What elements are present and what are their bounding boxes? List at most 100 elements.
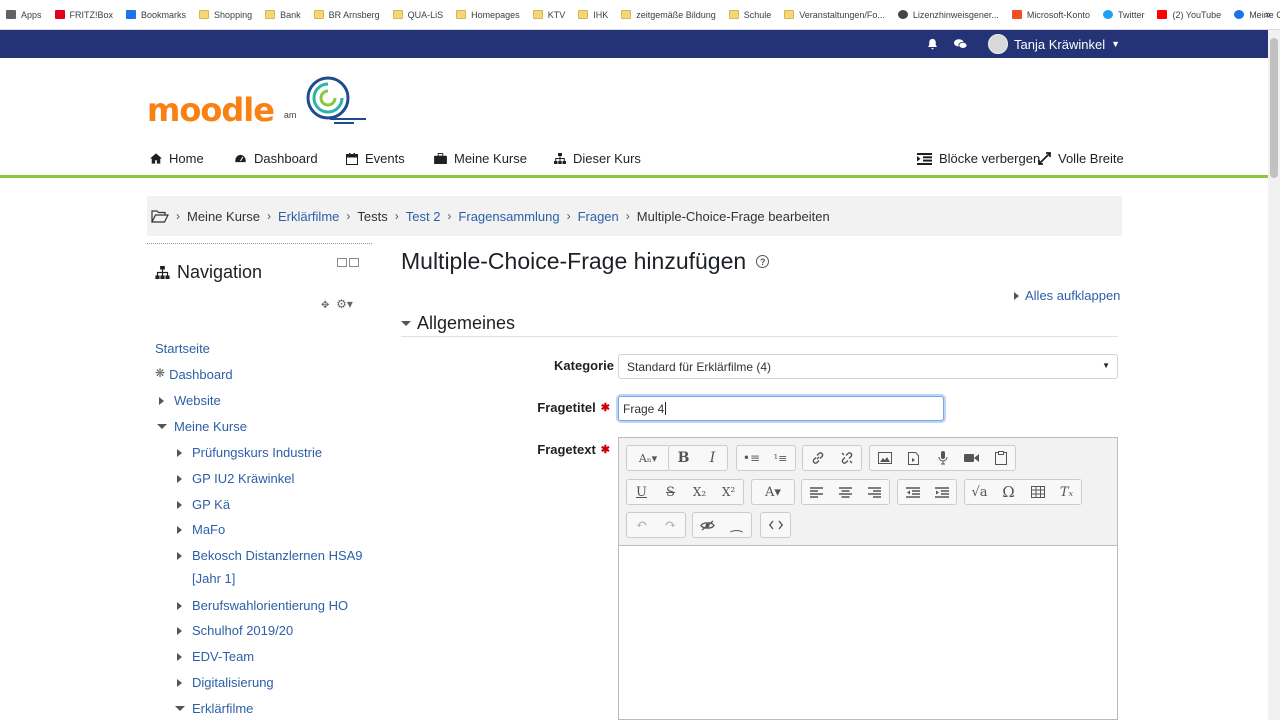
page-scrollbar[interactable] (1268, 30, 1280, 720)
bookmark-item[interactable]: BR Arnsberg (313, 10, 380, 20)
breadcrumb-item[interactable]: Fragen (578, 209, 619, 224)
clipboard-icon[interactable] (986, 446, 1015, 470)
question-title-input[interactable]: Frage 4 (618, 396, 944, 421)
section-general-label: Allgemeines (417, 312, 516, 333)
folder-open-icon[interactable] (151, 209, 169, 223)
editor-content-area[interactable] (619, 546, 1117, 720)
nav-my-courses[interactable]: Meine Kurse (434, 151, 527, 166)
ordered-list-icon[interactable]: ¹≡ (766, 446, 795, 470)
microphone-icon[interactable] (928, 446, 957, 470)
bold-icon[interactable]: B (669, 446, 698, 470)
nav-dashboard[interactable]: Dashboard (234, 151, 318, 166)
video-camera-icon[interactable] (957, 446, 986, 470)
outdent-icon[interactable] (898, 480, 927, 504)
expand-all-link[interactable]: Alles aufklappen (1014, 288, 1120, 303)
italic-icon[interactable]: I (698, 446, 727, 470)
superscript-icon[interactable]: X² (714, 480, 743, 504)
bookmark-item[interactable]: Homepages (456, 10, 520, 20)
site-logo[interactable]: moodle am (147, 70, 370, 126)
messages-chat-icon[interactable] (952, 36, 968, 52)
font-color-icon[interactable]: A▾ (752, 480, 794, 504)
dock-block-icon[interactable] (349, 258, 359, 267)
align-center-icon[interactable] (831, 480, 860, 504)
breadcrumb-item[interactable]: Fragensammlung (458, 209, 559, 224)
scrollbar-thumb[interactable] (1270, 38, 1278, 178)
nav-tree-item[interactable]: Berufswahlorientierung HO (173, 594, 348, 617)
bookmark-item[interactable]: Shopping (199, 10, 252, 20)
full-width-button[interactable]: Volle Breite (1038, 151, 1124, 166)
clear-formatting-icon[interactable]: Tₓ (1052, 480, 1081, 504)
bookmark-item[interactable]: IHK (578, 10, 608, 20)
bookmark-item[interactable]: KTV (532, 10, 565, 20)
undo-icon[interactable]: ↶ (627, 513, 656, 537)
nav-tree-label: Berufswahlorientierung HO (192, 598, 349, 613)
nav-tree-item[interactable]: GP IU2 Kräwinkel (173, 467, 294, 490)
redo-icon[interactable]: ↷ (656, 513, 685, 537)
hide-blocks-button[interactable]: Blöcke verbergen (917, 151, 1040, 166)
unlink-icon[interactable] (832, 446, 861, 470)
bookmarks-overflow-button[interactable]: » (1265, 9, 1271, 21)
nav-events[interactable]: Events (346, 151, 405, 166)
breadcrumb-item[interactable]: Test 2 (406, 209, 441, 224)
user-menu[interactable]: Tanja Kräwinkel ▼ (988, 34, 1120, 54)
bookmark-item[interactable]: Schule (728, 10, 771, 20)
subscript-icon[interactable]: X₂ (685, 480, 714, 504)
caret-right-icon (159, 397, 164, 405)
nav-tree-label: EDV-Team (192, 649, 255, 664)
bookmark-item[interactable]: QUA-LiS (392, 10, 443, 20)
nav-tree-item[interactable]: Schulhof 2019/20 (173, 619, 293, 642)
unordered-list-icon[interactable]: •≡ (737, 446, 766, 470)
html-source-icon[interactable] (761, 513, 790, 537)
nav-tree-item[interactable]: Erklärfilme (173, 697, 253, 720)
nav-tree-item[interactable]: Startseite (155, 337, 210, 360)
nav-tree-item[interactable]: Prüfungskurs Industrie (173, 441, 322, 464)
bookmark-item[interactable]: zeitgemäße Bildung (621, 10, 716, 20)
media-file-icon[interactable] (899, 446, 928, 470)
bookmark-item[interactable]: (2) YouTube (1157, 10, 1221, 20)
bookmark-item[interactable]: Meine Gesundheit (1234, 10, 1280, 20)
underline-icon[interactable]: U (627, 480, 656, 504)
toolbar-group-align (801, 479, 890, 505)
link-icon[interactable] (803, 446, 832, 470)
bookmark-item[interactable]: Lizenzhinweisgener... (897, 10, 999, 20)
screenreader-helper-icon[interactable]: ⁔ (722, 513, 751, 537)
bookmark-item[interactable]: Twitter (1102, 10, 1144, 20)
equation-icon[interactable]: √a (965, 480, 994, 504)
nav-tree-item[interactable]: MaFo (173, 518, 225, 541)
nav-tree-item[interactable]: Digitalisierung (173, 671, 274, 694)
bookmark-item[interactable]: Bank (265, 10, 301, 20)
category-select[interactable]: Standard für Erklärfilme (4) ▼ (618, 354, 1118, 379)
nav-tree-item[interactable]: GP Kä (173, 493, 230, 516)
required-icon: ✱ (600, 402, 610, 414)
toolbar-group-text: U S X₂ X² (626, 479, 744, 505)
bookmark-item[interactable]: Veranstaltungen/Fo... (784, 10, 885, 20)
move-icon[interactable]: ✥ (321, 300, 329, 311)
section-general[interactable]: Allgemeines (401, 310, 1118, 337)
nav-tree-item[interactable]: Website (155, 389, 221, 412)
bookmark-item[interactable]: FRITZ!Box (54, 10, 113, 20)
notifications-bell-icon[interactable] (924, 36, 940, 52)
table-icon[interactable] (1023, 480, 1052, 504)
nav-tree-item[interactable]: Meine Kurse (155, 415, 247, 438)
nav-tree-item[interactable]: EDV-Team (173, 645, 254, 668)
breadcrumb-item[interactable]: Erklärfilme (278, 209, 339, 224)
bookmark-item[interactable]: Microsoft-Konto (1011, 10, 1090, 20)
bookmark-item[interactable]: Bookmarks (126, 10, 186, 20)
nav-this-course[interactable]: Dieser Kurs (554, 151, 641, 166)
toolbar-group-color: A▾ (751, 479, 795, 505)
nav-tree-item[interactable]: Bekosch Distanzlernen HSA9 [Jahr 1] (173, 544, 367, 590)
nav-tree-item[interactable]: ❋ Dashboard (155, 363, 233, 386)
special-character-icon[interactable]: Ω (994, 480, 1023, 504)
minimize-block-icon[interactable] (337, 258, 347, 267)
nav-home[interactable]: Home (150, 151, 204, 166)
indent-icon[interactable] (927, 480, 956, 504)
help-icon[interactable]: ? (756, 255, 770, 268)
align-right-icon[interactable] (860, 480, 889, 504)
align-left-icon[interactable] (802, 480, 831, 504)
bookmark-item[interactable]: Apps (6, 10, 42, 20)
paragraph-style-icon[interactable]: Aₙ▾ (627, 446, 669, 470)
accessibility-checker-icon[interactable] (693, 513, 722, 537)
strikethrough-icon[interactable]: S (656, 480, 685, 504)
gear-icon[interactable]: ⚙▾ (336, 297, 353, 311)
image-icon[interactable] (870, 446, 899, 470)
